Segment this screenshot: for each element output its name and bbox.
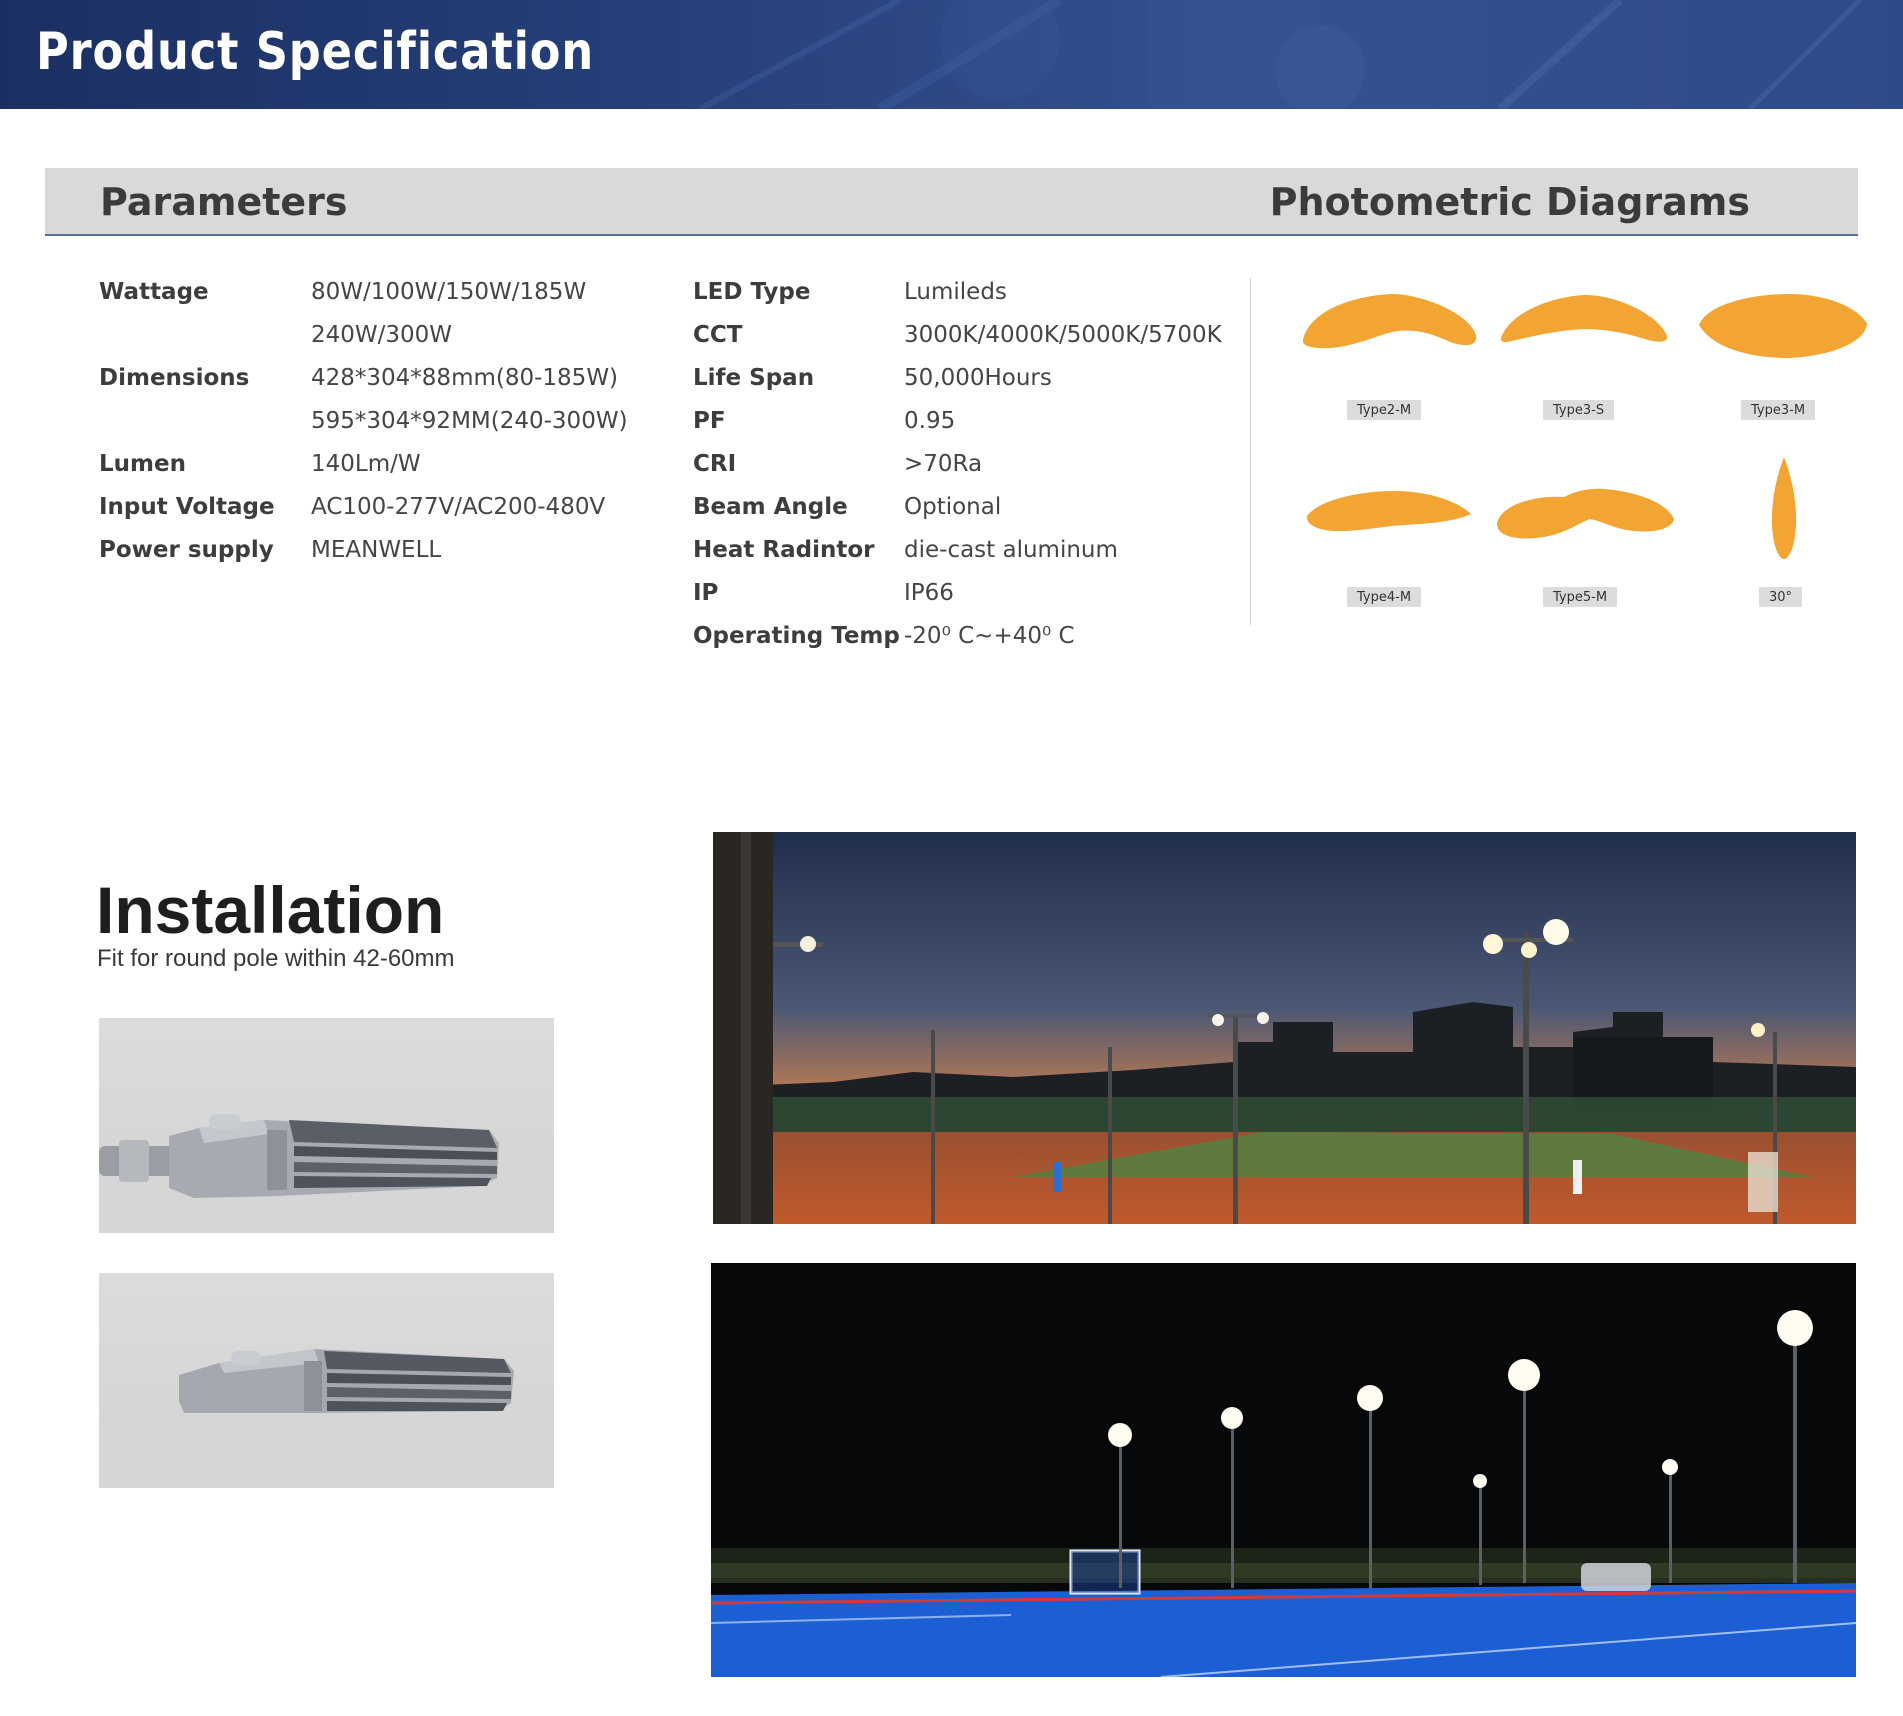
page-title: Product Specification bbox=[36, 22, 595, 82]
type2-m-distribution-shape bbox=[1302, 294, 1477, 349]
type3-m-distribution-shape bbox=[1699, 294, 1867, 358]
param-label: IP bbox=[693, 579, 719, 606]
param-row: IP IP66 bbox=[693, 571, 1222, 614]
param-value: -20⁰ C~+40⁰ C bbox=[904, 622, 1075, 649]
param-row: Power supply MEANWELL bbox=[99, 528, 628, 571]
param-label: CCT bbox=[693, 321, 743, 348]
param-row: CRI >70Ra bbox=[693, 442, 1222, 485]
param-row: Beam Angle Optional bbox=[693, 485, 1222, 528]
tennis-court-photo bbox=[713, 832, 1856, 1224]
product-image-side-pole bbox=[99, 1018, 554, 1233]
header-banner: Product Specification bbox=[0, 0, 1903, 109]
param-row: Input Voltage AC100-277V/AC200-480V bbox=[99, 485, 628, 528]
street-light-side-view bbox=[99, 1114, 554, 1233]
param-label: Beam Angle bbox=[693, 493, 848, 520]
param-label: Heat Radintor bbox=[693, 536, 875, 563]
param-label: CRI bbox=[693, 450, 737, 477]
product-image-side bbox=[99, 1273, 554, 1488]
parameters-column-right: LED Type Lumileds CCT 3000K/4000K/5000K/57… bbox=[693, 270, 1222, 657]
type4-m-distribution-shape bbox=[1306, 491, 1471, 532]
param-row: LED Type Lumileds bbox=[693, 270, 1222, 313]
section-bar: Parameters Photometric Diagrams bbox=[45, 168, 1858, 236]
param-value: 0.95 bbox=[904, 407, 956, 434]
diagram-30-degree bbox=[1769, 455, 1799, 561]
diagram-label: Type2-M bbox=[1347, 400, 1422, 420]
diagram-type5-m bbox=[1494, 485, 1676, 541]
diagram-type3-m bbox=[1697, 292, 1869, 360]
param-row: Life Span 50,000Hours bbox=[693, 356, 1222, 399]
param-value: 428*304*88mm(80-185W) bbox=[311, 364, 619, 391]
column-divider bbox=[1250, 278, 1251, 625]
photometric-heading: Photometric Diagrams bbox=[1269, 180, 1750, 224]
param-value: 50,000Hours bbox=[904, 364, 1052, 391]
30-degree-distribution-shape bbox=[1771, 457, 1797, 559]
param-label: Life Span bbox=[693, 364, 815, 391]
installation-title: Installation bbox=[96, 873, 445, 947]
parameters-column-left: Wattage 80W/100W/150W/185W 240W/300W Dime… bbox=[99, 270, 628, 571]
param-value: IP66 bbox=[904, 579, 954, 606]
param-label: Lumen bbox=[99, 450, 186, 477]
hockey-field-photo bbox=[711, 1263, 1856, 1677]
param-value: die-cast aluminum bbox=[904, 536, 1118, 563]
param-row: Wattage 80W/100W/150W/185W bbox=[99, 270, 628, 313]
parameters-heading: Parameters bbox=[100, 180, 348, 224]
param-row: 595*304*92MM(240-300W) bbox=[99, 399, 628, 442]
diagram-label: Type3-M bbox=[1741, 400, 1816, 420]
diagram-label: Type4-M bbox=[1347, 587, 1422, 607]
param-row: 240W/300W bbox=[99, 313, 628, 356]
param-label: LED Type bbox=[693, 278, 811, 305]
street-light-side-view-no-pole bbox=[99, 1349, 554, 1488]
param-value: 140Lm/W bbox=[311, 450, 421, 477]
param-row: Operating Temp -20⁰ C~+40⁰ C bbox=[693, 614, 1222, 657]
param-row: PF 0.95 bbox=[693, 399, 1222, 442]
diagram-type3-s bbox=[1498, 292, 1670, 344]
param-label: Wattage bbox=[99, 278, 209, 305]
param-label: PF bbox=[693, 407, 726, 434]
type3-s-distribution-shape bbox=[1500, 295, 1668, 342]
param-label: Dimensions bbox=[99, 364, 250, 391]
param-row: Lumen 140Lm/W bbox=[99, 442, 628, 485]
param-label: Power supply bbox=[99, 536, 274, 563]
param-value: >70Ra bbox=[904, 450, 983, 477]
photo-hockey-field bbox=[711, 1263, 1856, 1677]
diagram-label: Type5-M bbox=[1543, 587, 1618, 607]
param-value: 3000K/4000K/5000K/5700K bbox=[904, 321, 1222, 348]
diagram-label: Type3-S bbox=[1543, 400, 1615, 420]
param-value: 240W/300W bbox=[311, 321, 453, 348]
param-row: CCT 3000K/4000K/5000K/5700K bbox=[693, 313, 1222, 356]
diagram-type2-m bbox=[1300, 290, 1480, 352]
param-row: Dimensions 428*304*88mm(80-185W) bbox=[99, 356, 628, 399]
diagram-label: 30° bbox=[1759, 587, 1803, 607]
param-label: Input Voltage bbox=[99, 493, 275, 520]
param-value: MEANWELL bbox=[311, 536, 442, 563]
param-value: Optional bbox=[904, 493, 1002, 520]
param-row: Heat Radintor die-cast aluminum bbox=[693, 528, 1222, 571]
param-value: Lumileds bbox=[904, 278, 1007, 305]
diagram-type4-m bbox=[1304, 488, 1474, 534]
type5-m-distribution-shape bbox=[1496, 488, 1674, 539]
param-label: Operating Temp bbox=[693, 622, 900, 649]
param-value: 595*304*92MM(240-300W) bbox=[311, 407, 628, 434]
installation-subtitle: Fit for round pole within 42-60mm bbox=[97, 945, 455, 972]
param-value: AC100-277V/AC200-480V bbox=[311, 493, 606, 520]
param-value: 80W/100W/150W/185W bbox=[311, 278, 587, 305]
photo-tennis-courts bbox=[713, 832, 1856, 1224]
